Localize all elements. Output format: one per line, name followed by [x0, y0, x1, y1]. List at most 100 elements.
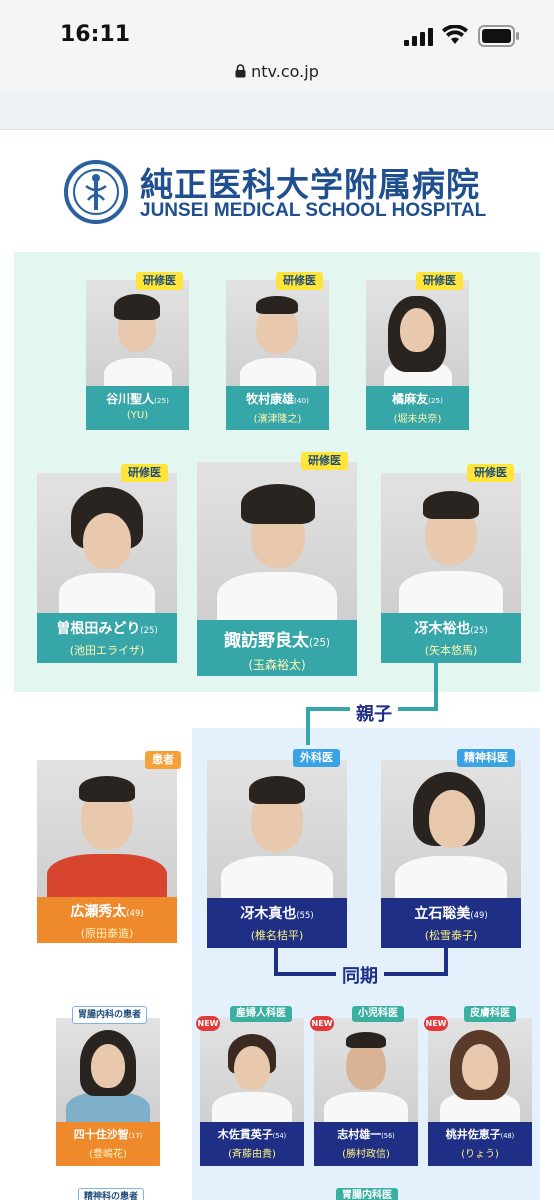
character-photo: [381, 473, 521, 613]
actor-name: (原田泰造): [80, 927, 134, 940]
character-age: (25): [428, 396, 443, 405]
character-name: 立石聡美: [414, 906, 471, 922]
character-card[interactable]: 四十住沙智(17) (豊嶋花) 胃腸内科の患者: [56, 1006, 160, 1166]
name-plate: 四十住沙智(17) (豊嶋花): [56, 1122, 160, 1166]
character-photo: [56, 1018, 160, 1122]
character-name: 橘麻友: [392, 392, 429, 406]
character-age: (25): [309, 638, 330, 649]
character-photo: [37, 760, 177, 897]
actor-name: (濱津隆之): [253, 414, 302, 425]
address-bar[interactable]: ntv.co.jp: [0, 62, 554, 92]
character-name: 牧村康雄: [246, 392, 295, 406]
character-age: (25): [154, 396, 169, 405]
character-card[interactable]: 志村雄一(56) (勝村政信) 小児科医 NEW: [310, 1006, 418, 1166]
actor-name: (りょう): [461, 1149, 499, 1160]
actor-name: (玉森裕太): [248, 658, 306, 672]
character-name: 四十住沙智: [73, 1128, 129, 1141]
actor-name: (池田エライザ): [69, 644, 145, 657]
new-badge: NEW: [310, 1016, 334, 1031]
actor-name: (YU): [126, 410, 149, 421]
character-card[interactable]: 冴木裕也(25) (矢本悠馬) 研修医: [381, 464, 521, 663]
character-card[interactable]: 諏訪野良太(25) (玉森裕太) 研修医: [197, 452, 357, 676]
character-photo: [86, 280, 189, 386]
new-badge: NEW: [196, 1016, 220, 1031]
role-tag: 小児科医: [352, 1006, 404, 1022]
character-name: 谷川聖人: [106, 392, 155, 406]
character-photo: [314, 1018, 418, 1122]
actor-name: (椎名桔平): [250, 929, 304, 942]
actor-name: (矢本悠馬): [424, 644, 478, 657]
url-text: ntv.co.jp: [251, 62, 319, 81]
character-name: 木佐貫英子: [217, 1128, 273, 1141]
character-card[interactable]: 曽根田みどり(25) (池田エライザ) 研修医: [37, 464, 177, 663]
character-photo: [366, 280, 469, 386]
character-photo: [37, 473, 177, 613]
character-card[interactable]: 広瀬秀太(49) (原田泰造) 患者: [37, 751, 181, 943]
character-photo: [226, 280, 329, 386]
actor-name: (勝村政信): [342, 1149, 390, 1160]
character-card[interactable]: 冴木真也(55) (椎名桔平) 外科医: [207, 749, 347, 948]
name-plate: 広瀬秀太(49) (原田泰造): [37, 897, 177, 943]
character-age: (56): [381, 1132, 395, 1140]
hospital-logo: [64, 160, 128, 224]
character-card[interactable]: 木佐貫英子(54) (斉藤由貴) 産婦人科医 NEW: [196, 1006, 304, 1166]
character-age: (40): [294, 396, 309, 405]
name-plate: 冴木裕也(25) (矢本悠馬): [381, 613, 521, 663]
character-card[interactable]: 桃井佐恵子(48) (りょう) 皮膚科医 NEW: [424, 1006, 532, 1166]
character-age: (55): [296, 910, 314, 920]
character-name: 冴木真也: [240, 906, 297, 922]
character-card[interactable]: 橘麻友(25) (堀未央奈) 研修医: [366, 272, 469, 430]
hospital-name-jp: 純正医科大学附属病院: [140, 165, 480, 204]
role-tag: 研修医: [136, 272, 183, 290]
name-plate: 冴木真也(55) (椎名桔平): [207, 898, 347, 948]
relation-line: [306, 707, 310, 745]
character-name: 桃井佐恵子: [445, 1128, 501, 1141]
character-photo: [428, 1018, 532, 1122]
character-age: (49): [470, 910, 488, 920]
character-photo: [381, 760, 521, 898]
character-name: 曽根田みどり: [56, 621, 141, 637]
role-tag: 研修医: [301, 452, 348, 470]
caduceus-icon: [73, 169, 119, 215]
character-card[interactable]: 立石聡美(49) (松雪泰子) 精神科医: [381, 749, 521, 948]
character-name: 冴木裕也: [414, 621, 471, 637]
character-age: (25): [140, 625, 158, 635]
name-plate: 曽根田みどり(25) (池田エライザ): [37, 613, 177, 663]
actor-name: (松雪泰子): [424, 929, 478, 942]
role-tag-partial: 胃腸内科医: [336, 1188, 398, 1200]
role-tag: 外科医: [293, 749, 340, 767]
name-plate: 牧村康雄(40) (濱津隆之): [226, 386, 329, 430]
character-name: 志村雄一: [337, 1128, 382, 1141]
role-tag: 研修医: [467, 464, 514, 482]
url-display[interactable]: ntv.co.jp: [0, 62, 554, 82]
role-tag: 皮膚科医: [464, 1006, 516, 1022]
role-tag: 患者: [145, 751, 181, 769]
role-tag-partial: 精神科の患者: [78, 1188, 145, 1200]
battery-icon: [478, 25, 519, 47]
character-card[interactable]: 谷川聖人(25) (YU) 研修医: [86, 272, 189, 430]
role-tag: 研修医: [416, 272, 463, 290]
actor-name: (斉藤由貴): [228, 1149, 276, 1160]
character-name: 諏訪野良太: [224, 631, 310, 651]
relation-label-parent-child: 親子: [350, 700, 398, 726]
character-age: (54): [272, 1132, 287, 1140]
character-name: 広瀬秀太: [70, 904, 127, 920]
name-plate: 桃井佐恵子(48) (りょう): [428, 1122, 532, 1166]
character-age: (25): [470, 625, 488, 635]
relation-label-same-year: 同期: [336, 962, 384, 988]
signal-icon: [404, 28, 433, 46]
site-header-strip: [0, 92, 554, 130]
character-photo: [207, 760, 347, 898]
character-card[interactable]: 牧村康雄(40) (濱津隆之) 研修医: [226, 272, 329, 430]
character-age: (49): [126, 908, 144, 918]
character-age: (48): [500, 1132, 515, 1140]
relation-line: [434, 663, 438, 711]
character-photo: [197, 462, 357, 620]
name-plate: 木佐貫英子(54) (斉藤由貴): [200, 1122, 304, 1166]
role-tag: 産婦人科医: [230, 1006, 292, 1022]
character-age: (17): [128, 1132, 143, 1140]
role-tag: 研修医: [121, 464, 168, 482]
name-plate: 志村雄一(56) (勝村政信): [314, 1122, 418, 1166]
character-photo: [200, 1018, 304, 1122]
status-time: 16:11: [60, 22, 131, 47]
